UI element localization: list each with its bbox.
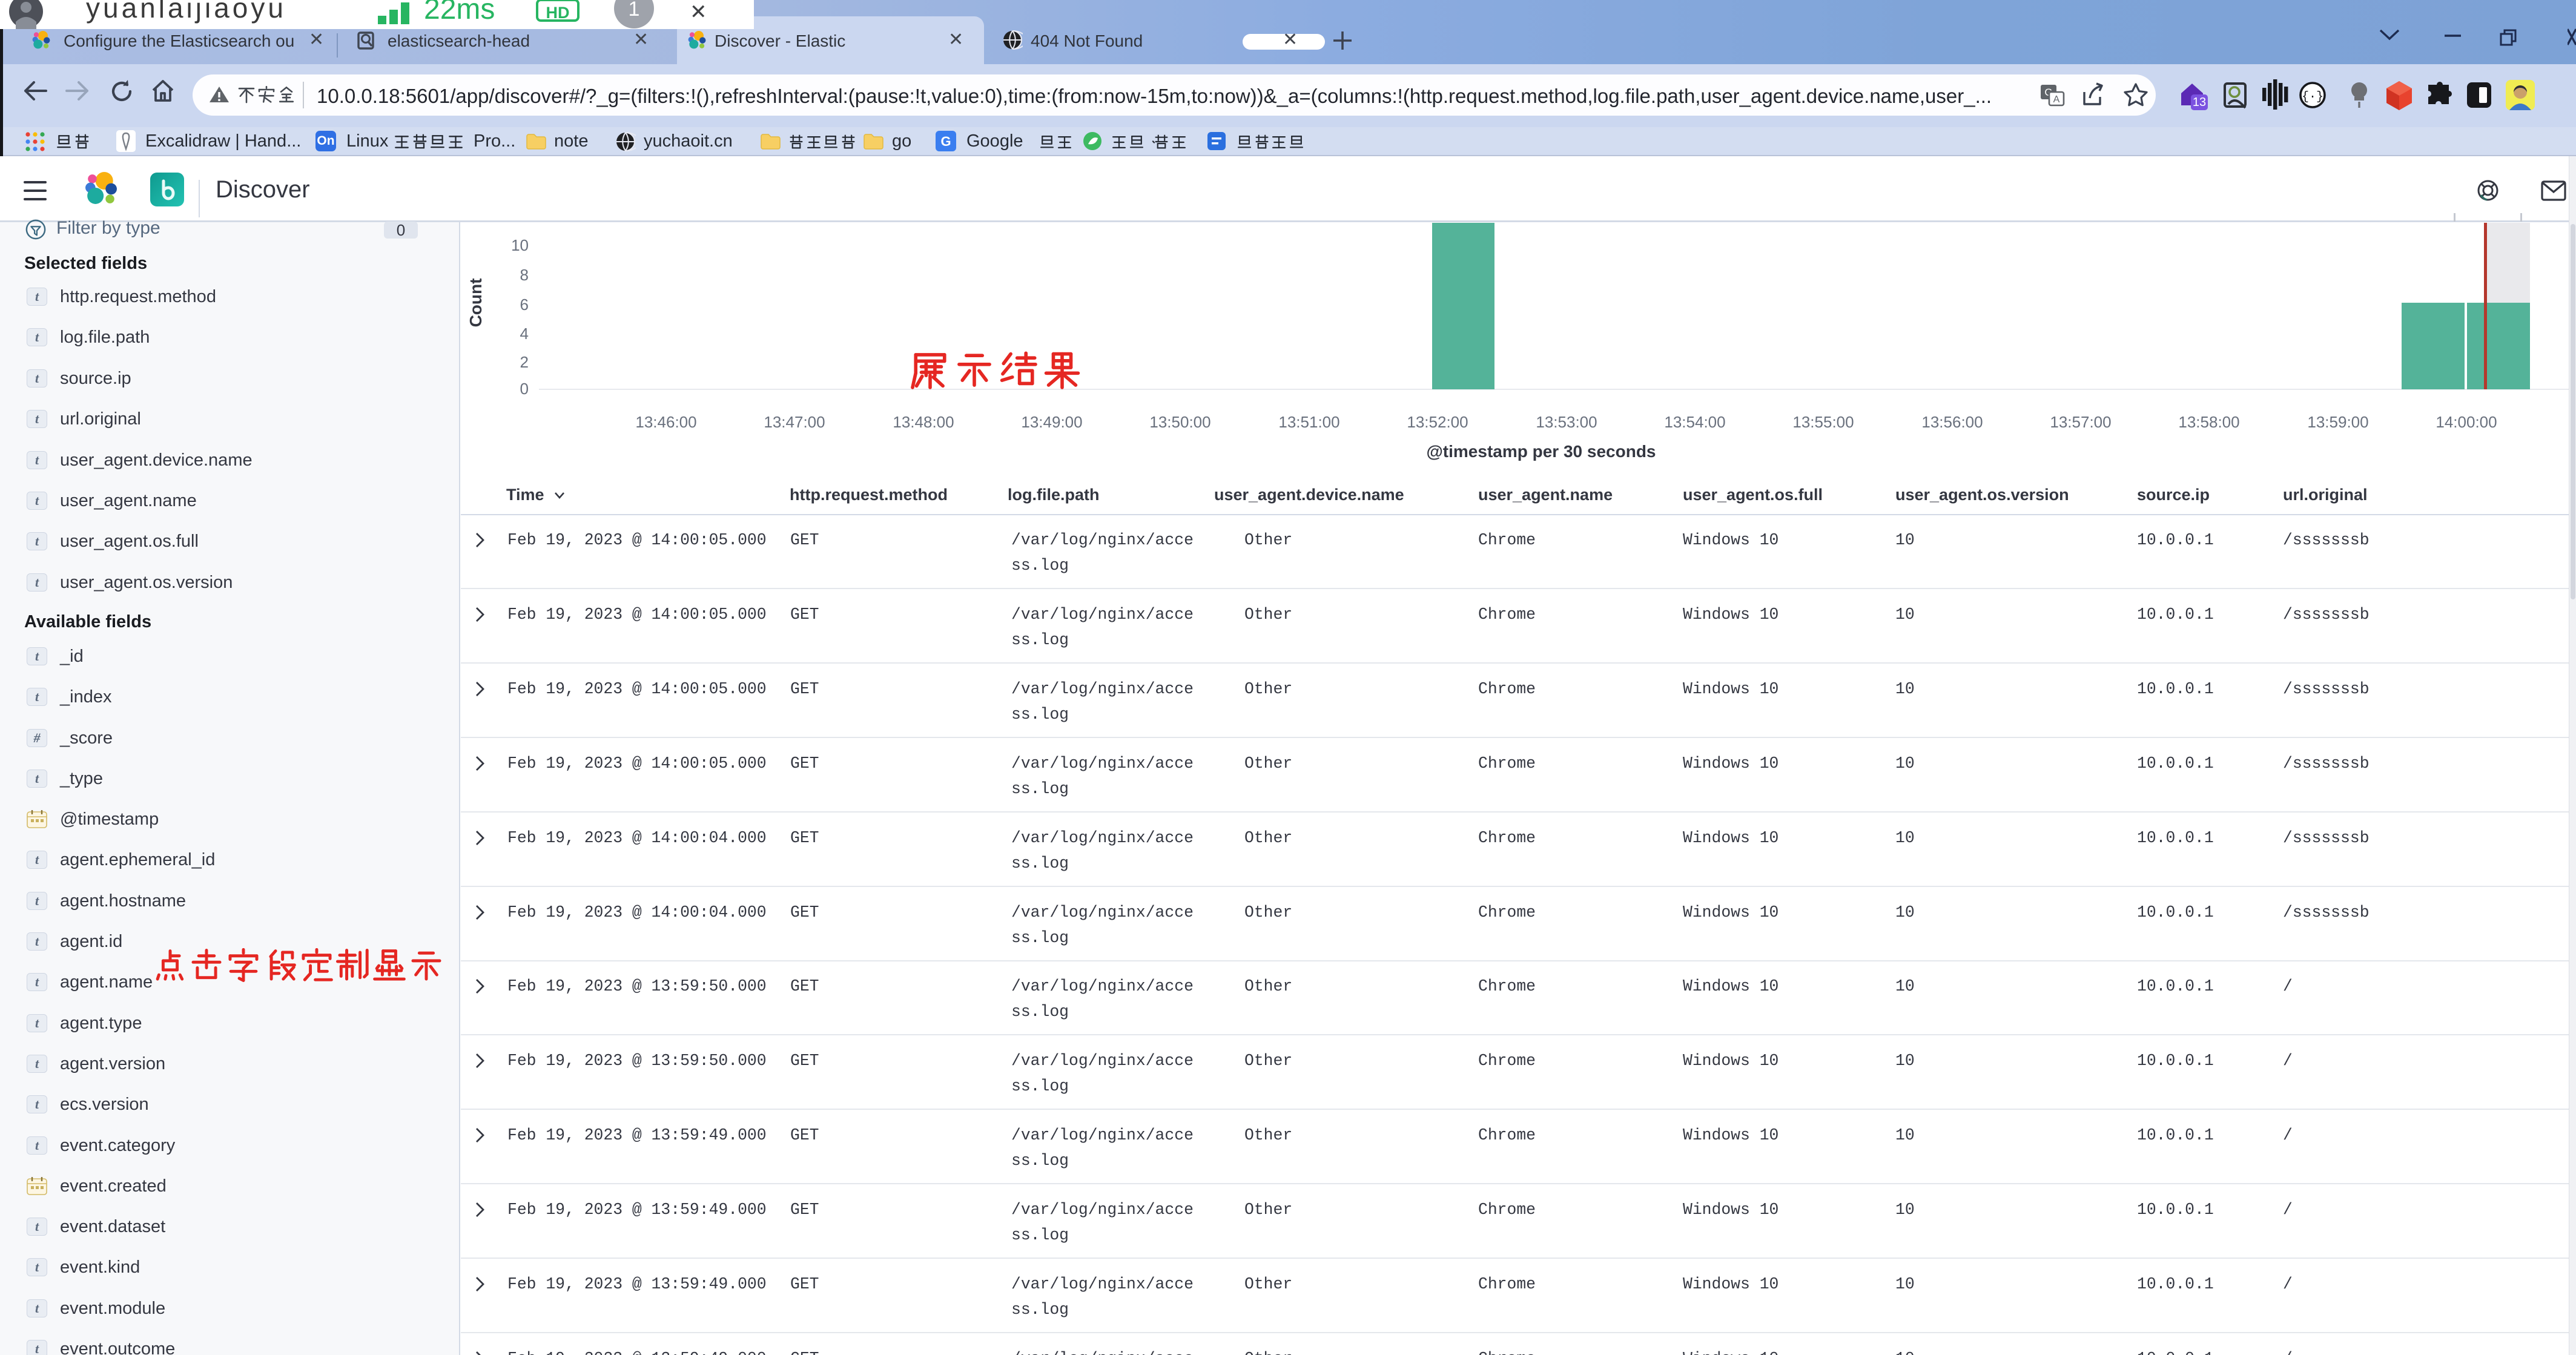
svg-text:13: 13 <box>2193 96 2206 109</box>
svg-text:A: A <box>2053 94 2060 105</box>
svg-text:{·}: {·} <box>2302 90 2323 104</box>
svg-text:G: G <box>940 134 951 149</box>
svg-text:1: 1 <box>629 0 640 21</box>
